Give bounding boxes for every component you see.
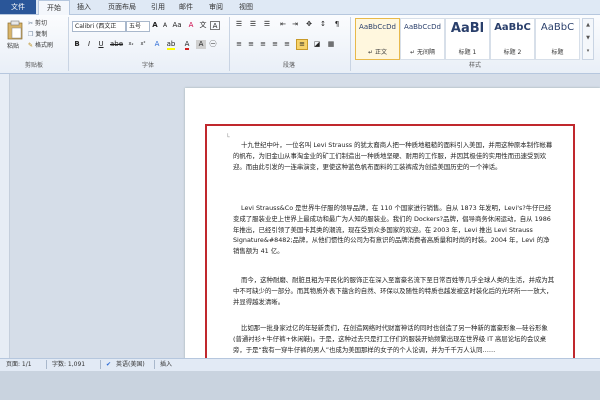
cut-button[interactable]: ✂ 剪切 bbox=[28, 19, 47, 28]
ribbon-tabs: 文件 开始 插入 页面布局 引用 邮件 审阅 视图 bbox=[0, 0, 600, 15]
font-size-combo[interactable]: 五号 bbox=[126, 21, 150, 32]
chinese-layout-icon[interactable]: ✥ bbox=[304, 20, 314, 29]
style-no-spacing[interactable]: AaBbCcDd ↵ 无间隔 bbox=[400, 18, 445, 60]
style-sample: AaBbCcDd bbox=[404, 23, 441, 31]
clipboard-group-label: 剪贴板 bbox=[24, 62, 43, 69]
highlight-icon[interactable]: ab bbox=[166, 40, 176, 50]
style-sample: AaBl bbox=[450, 21, 485, 36]
paragraph-group-label: 段落 bbox=[282, 62, 295, 69]
scissors-icon: ✂ bbox=[28, 20, 34, 27]
ribbon: 粘贴 ✂ 剪切 ❐ 复制 ✎ 格式刷 剪贴板 Calibri (西文正 五号 A… bbox=[0, 15, 600, 74]
shrink-font-icon[interactable]: A bbox=[160, 21, 170, 30]
increase-indent-icon[interactable]: ⇥ bbox=[290, 20, 300, 29]
style-name: ↵ 正文 bbox=[368, 49, 387, 56]
tab-file[interactable]: 文件 bbox=[0, 0, 36, 14]
borders-icon[interactable]: ▦ bbox=[326, 40, 336, 49]
chevron-down-icon[interactable]: ▼ bbox=[583, 32, 593, 45]
paste-label: 粘贴 bbox=[7, 43, 20, 50]
bullets-icon[interactable]: ☰ bbox=[234, 20, 244, 29]
status-bar: 页面: 1/1 字数: 1,091 ✔ 英语(美国) 插入 bbox=[0, 358, 600, 371]
format-painter-label: 格式刷 bbox=[34, 42, 53, 49]
clear-format-icon[interactable]: A bbox=[186, 21, 196, 30]
format-painter-button[interactable]: ✎ 格式刷 bbox=[28, 41, 53, 50]
justify-icon[interactable]: ≡ bbox=[270, 40, 280, 49]
style-name: 标题 bbox=[551, 49, 564, 56]
underline-icon[interactable]: U bbox=[96, 40, 106, 49]
insert-mode[interactable]: 插入 bbox=[160, 359, 172, 371]
align-left-icon[interactable]: ≡ bbox=[234, 40, 244, 49]
tab-insert[interactable]: 插入 bbox=[72, 0, 96, 14]
copy-label: 复制 bbox=[35, 31, 48, 38]
styles-scroll[interactable]: ▲ ▼ ▾ bbox=[582, 18, 594, 60]
tab-home[interactable]: 开始 bbox=[38, 0, 70, 15]
tab-review[interactable]: 审阅 bbox=[204, 0, 228, 14]
italic-icon[interactable]: I bbox=[84, 40, 94, 49]
style-name: 标题 2 bbox=[503, 49, 522, 56]
superscript-icon[interactable]: x² bbox=[138, 40, 148, 49]
more-icon[interactable]: ▾ bbox=[583, 45, 593, 58]
proofing-icon[interactable]: ✔ bbox=[106, 359, 111, 371]
distributed-icon[interactable]: ≡ bbox=[282, 40, 292, 49]
align-right-icon[interactable]: ≡ bbox=[258, 40, 268, 49]
clipboard-icon bbox=[7, 20, 23, 40]
enclose-characters-icon[interactable]: ㊀ bbox=[208, 40, 218, 49]
paintbrush-icon: ✎ bbox=[28, 42, 34, 49]
status-divider bbox=[154, 360, 155, 369]
tab-page-layout[interactable]: 页面布局 bbox=[102, 0, 142, 14]
shading-icon[interactable]: ◪ bbox=[312, 40, 322, 49]
selection-highlight-box bbox=[205, 124, 575, 364]
bold-icon[interactable]: B bbox=[72, 40, 82, 49]
character-shading-icon[interactable]: A bbox=[196, 40, 206, 49]
sort-icon[interactable]: ↕ bbox=[318, 20, 328, 29]
style-sample: AaBbCcDd bbox=[359, 23, 396, 31]
language-indicator[interactable]: 英语(美国) bbox=[116, 359, 145, 371]
styles-group-label: 样式 bbox=[468, 62, 481, 69]
style-name: ↵ 无间隔 bbox=[410, 49, 435, 56]
status-divider bbox=[46, 360, 47, 369]
style-normal[interactable]: AaBbCcDd ↵ 正文 bbox=[355, 18, 400, 60]
change-case-icon[interactable]: Aa bbox=[172, 21, 182, 30]
status-divider bbox=[100, 360, 101, 369]
phonetic-guide-icon[interactable]: 文 bbox=[198, 21, 208, 30]
tab-mailings[interactable]: 邮件 bbox=[174, 0, 198, 14]
style-heading-1[interactable]: AaBl 标题 1 bbox=[445, 18, 490, 60]
vertical-ruler bbox=[0, 74, 10, 358]
copy-button[interactable]: ❐ 复制 bbox=[28, 30, 47, 39]
paste-button[interactable]: 粘贴 bbox=[4, 18, 26, 58]
line-spacing-icon[interactable]: ≡ bbox=[296, 39, 308, 50]
chevron-up-icon[interactable]: ▲ bbox=[583, 19, 593, 32]
numbering-icon[interactable]: ☰ bbox=[248, 20, 258, 29]
font-group-label: 字体 bbox=[141, 62, 154, 69]
grow-font-icon[interactable]: A bbox=[150, 21, 160, 30]
copy-icon: ❐ bbox=[28, 31, 34, 38]
character-border-icon[interactable]: A bbox=[210, 21, 220, 30]
tab-references[interactable]: 引用 bbox=[146, 0, 170, 14]
style-title[interactable]: AaBbC 标题 bbox=[535, 18, 580, 60]
cut-label: 剪切 bbox=[34, 20, 47, 27]
decrease-indent-icon[interactable]: ⇤ bbox=[278, 20, 288, 29]
subscript-icon[interactable]: x₂ bbox=[126, 40, 136, 49]
text-effects-icon[interactable]: A bbox=[152, 40, 162, 49]
style-name: 标题 1 bbox=[458, 49, 477, 56]
style-sample: AaBbC bbox=[540, 22, 575, 33]
font-name-combo[interactable]: Calibri (西文正 bbox=[72, 21, 126, 32]
font-color-icon[interactable]: A bbox=[182, 40, 192, 50]
strikethrough-icon[interactable]: abe bbox=[110, 40, 123, 49]
tab-view[interactable]: 视图 bbox=[234, 0, 258, 14]
window-backdrop bbox=[0, 371, 600, 400]
style-sample: AaBbC bbox=[494, 22, 531, 33]
multilevel-list-icon[interactable]: ☰ bbox=[262, 20, 272, 29]
page-count[interactable]: 页面: 1/1 bbox=[6, 359, 32, 371]
word-count[interactable]: 字数: 1,091 bbox=[52, 359, 85, 371]
style-heading-2[interactable]: AaBbC 标题 2 bbox=[490, 18, 535, 60]
align-center-icon[interactable]: ≡ bbox=[246, 40, 256, 49]
show-marks-icon[interactable]: ¶ bbox=[332, 20, 342, 29]
